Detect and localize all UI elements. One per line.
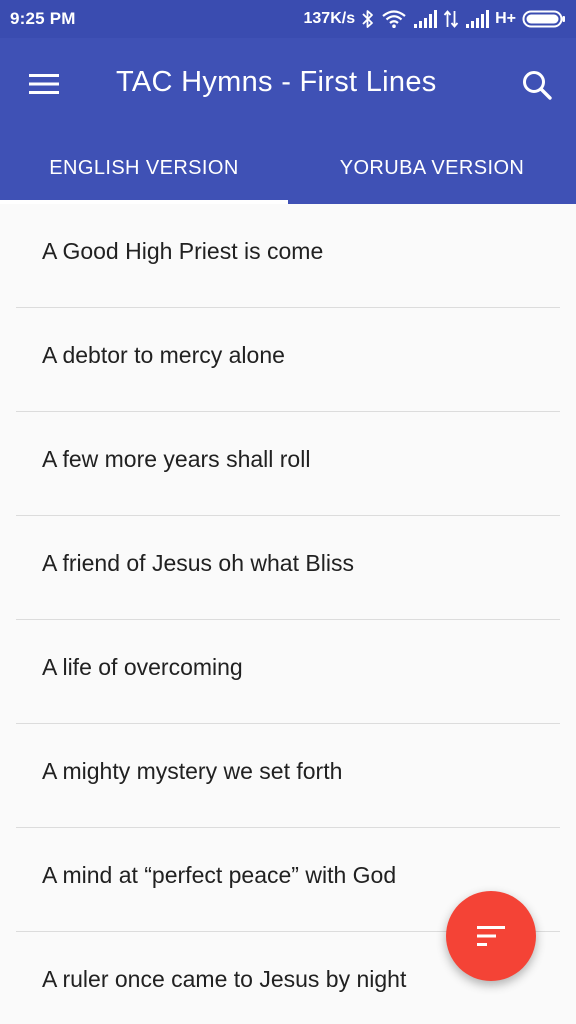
status-icons: 137K/s H+ xyxy=(304,6,567,32)
page-title: TAC Hymns - First Lines xyxy=(116,66,437,98)
signal-icon xyxy=(465,10,490,28)
menu-icon xyxy=(29,74,59,94)
list-item[interactable]: A mighty mystery we set forth xyxy=(0,724,576,828)
network-speed: 137K/s xyxy=(303,10,356,27)
tab-yoruba-version[interactable]: YORUBA VERSION xyxy=(288,132,576,204)
network-type: H+ xyxy=(495,10,516,27)
hymn-first-line: A life of overcoming xyxy=(42,654,243,680)
menu-button[interactable] xyxy=(24,66,66,102)
wifi-icon xyxy=(381,9,407,29)
search-button[interactable] xyxy=(518,66,558,106)
sort-icon xyxy=(477,926,505,946)
sort-fab-button[interactable] xyxy=(446,891,536,981)
hymn-first-line: A few more years shall roll xyxy=(42,446,311,472)
status-bar: 9:25 PM 137K/s H+ xyxy=(0,0,576,38)
hymn-first-line: A mind at “perfect peace” with God xyxy=(42,862,397,888)
list-item[interactable]: A Good High Priest is come xyxy=(0,204,576,308)
list-item[interactable]: A life of overcoming xyxy=(0,620,576,724)
tab-label: ENGLISH VERSION xyxy=(49,156,239,179)
app-bar: TAC Hymns - First Lines xyxy=(0,38,576,132)
signal-icon xyxy=(413,10,438,28)
list-item[interactable]: A few more years shall roll xyxy=(0,412,576,516)
hymn-first-line: A debtor to mercy alone xyxy=(42,342,285,368)
tab-bar: ENGLISH VERSION YORUBA VERSION xyxy=(0,132,576,204)
hymn-first-line: A mighty mystery we set forth xyxy=(42,758,343,784)
list-item[interactable]: A friend of Jesus oh what Bliss xyxy=(0,516,576,620)
hymn-first-line: A ruler once came to Jesus by night xyxy=(42,966,407,992)
tab-english-version[interactable]: ENGLISH VERSION xyxy=(0,132,288,204)
status-time: 9:25 PM xyxy=(10,9,76,28)
list-item[interactable]: A debtor to mercy alone xyxy=(0,308,576,412)
battery-icon xyxy=(522,9,566,29)
bluetooth-icon xyxy=(361,9,375,29)
data-arrows-icon xyxy=(443,9,459,29)
search-icon xyxy=(523,71,552,100)
hymn-first-line: A Good High Priest is come xyxy=(42,238,324,264)
tab-label: YORUBA VERSION xyxy=(339,156,525,179)
hymn-first-line: A friend of Jesus oh what Bliss xyxy=(42,550,354,576)
